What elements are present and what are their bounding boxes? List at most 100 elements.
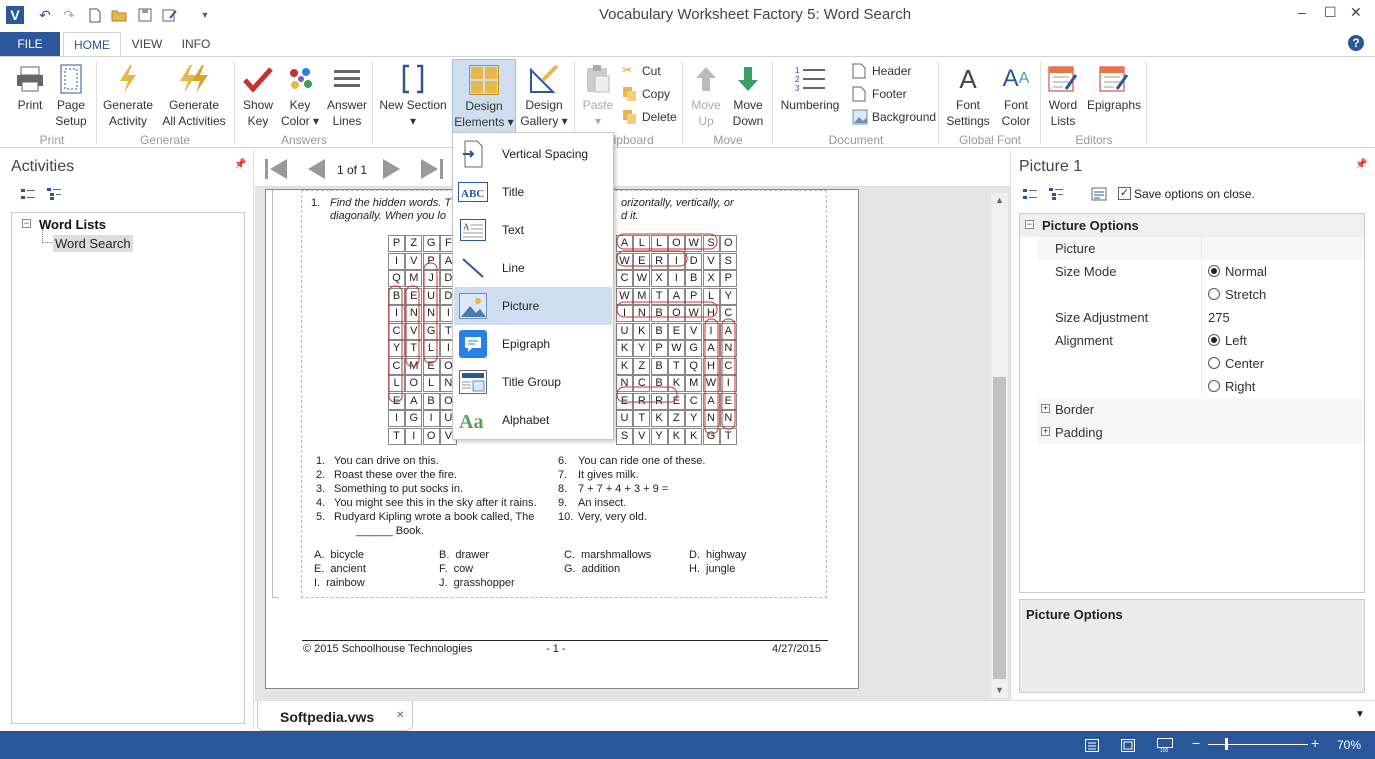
clue-number: 5. (316, 511, 326, 523)
word-lists-button[interactable]: Word Lists (1044, 59, 1082, 129)
header-button[interactable]: Header (852, 63, 911, 79)
show-key-button[interactable]: Show Key (240, 59, 276, 129)
answer-word: bicycle (330, 549, 365, 561)
tab-file[interactable]: FILE (0, 32, 60, 56)
font-settings-button[interactable]: A Font Settings (942, 59, 994, 129)
move-down-button[interactable]: Move Down (728, 59, 768, 129)
close-tab-icon[interactable]: ✕ (396, 710, 404, 721)
activities-panel: Activities 📌 − Word Lists Word Search (0, 149, 254, 729)
clue-number: 6. (558, 455, 568, 467)
pin-icon[interactable]: 📌 (234, 159, 246, 170)
clue-text: You might see this in the sky after it r… (334, 497, 537, 509)
menu-item-alphabet[interactable]: Aa Alphabet (454, 401, 612, 439)
move-up-button[interactable]: Move Up (686, 59, 726, 129)
paste-button[interactable]: Paste ▾ (578, 59, 618, 129)
collapse-toggle[interactable]: − (22, 219, 31, 228)
radio-right[interactable] (1208, 380, 1220, 392)
zoom-slider-track[interactable] (1208, 744, 1308, 745)
pin-icon[interactable]: 📌 (1355, 159, 1367, 170)
zoom-100-icon[interactable]: 100 (1157, 738, 1173, 756)
font-color-button[interactable]: AA Font Color (996, 59, 1036, 129)
design-elements-menu: Vertical Spacing ABC Title A Text Line Picture… (452, 132, 614, 440)
vertical-scrollbar[interactable]: ▲ ▼ (991, 193, 1008, 698)
tree-item-word-search[interactable]: Word Search (53, 235, 133, 252)
menu-item-text[interactable]: A Text (454, 211, 612, 249)
delete-button[interactable]: Delete (622, 109, 677, 125)
clue-row: ______ Book. (316, 525, 556, 539)
radio-left[interactable] (1208, 334, 1220, 346)
answer-word: highway (706, 549, 747, 561)
tab-view[interactable]: VIEW (124, 32, 170, 56)
tab-list-dropdown-icon[interactable]: ▼ (1355, 709, 1365, 720)
answer-option: D. highway (689, 549, 746, 561)
radio-stretch[interactable] (1208, 288, 1220, 300)
menu-item-label: Picture (502, 299, 540, 313)
menu-item-label: Line (502, 261, 525, 275)
collapse-toggle[interactable]: − (1025, 220, 1034, 229)
key-color-button[interactable]: Key Color ▾ (278, 59, 322, 129)
menu-item-epigraph[interactable]: Epigraph (454, 325, 612, 363)
radio-center[interactable] (1208, 357, 1220, 369)
answer-lines-button[interactable]: Answer Lines (324, 59, 370, 129)
expand-all-icon[interactable] (46, 187, 62, 204)
numbering-button[interactable]: 123 Numbering (776, 59, 844, 113)
radio-normal[interactable] (1208, 265, 1220, 277)
menu-item-vertical-spacing[interactable]: Vertical Spacing (454, 135, 612, 173)
copy-button[interactable]: Copy (622, 86, 670, 102)
ribbon-separator (682, 61, 683, 145)
clues-right: 6. You can ride one of these. 7. It gives m… (558, 455, 798, 525)
background-button[interactable]: Background (852, 109, 936, 125)
prev-page-icon[interactable] (305, 157, 327, 184)
clue-text: An insect. (578, 497, 627, 509)
design-elements-button[interactable]: Design Elements ▾ (452, 59, 516, 133)
zoom-out-icon[interactable]: − (1192, 735, 1200, 751)
tab-home[interactable]: HOME (63, 32, 121, 56)
print-layout-icon[interactable] (1085, 739, 1099, 755)
epigraphs-button[interactable]: Epigraphs (1086, 59, 1142, 113)
clue-row: 9. An insect. (558, 497, 798, 511)
zoom-slider-thumb[interactable] (1225, 738, 1228, 750)
web-layout-icon[interactable] (1121, 739, 1135, 755)
categorized-icon[interactable] (1022, 187, 1038, 204)
print-button[interactable]: Print (10, 59, 50, 113)
cut-button[interactable]: ✂ Cut (622, 63, 661, 79)
prop-border-label: Border (1055, 402, 1095, 417)
expand-toggle[interactable]: + (1041, 404, 1050, 413)
menu-item-picture[interactable]: Picture (454, 287, 612, 325)
close-button[interactable]: ✕ (1350, 4, 1362, 21)
menu-item-line[interactable]: Line (454, 249, 612, 287)
tab-info[interactable]: INFO (172, 32, 220, 56)
first-page-icon[interactable] (263, 157, 289, 184)
save-options-checkbox[interactable]: ✓ (1118, 187, 1131, 200)
answer-option: B. drawer (439, 549, 489, 561)
collapse-all-icon[interactable] (20, 187, 36, 204)
expand-toggle[interactable]: + (1041, 427, 1050, 436)
alphabetical-icon[interactable] (1048, 187, 1064, 204)
menu-item-title[interactable]: ABC Title (454, 173, 612, 211)
new-section-button[interactable]: New Section ▾ (378, 59, 448, 129)
properties-panel: Picture 1 📌 ✓ Save options on close. − P… (1010, 149, 1375, 729)
generate-all-button[interactable]: Generate All Activities (158, 59, 230, 129)
size-adjustment-value[interactable]: 275 (1208, 310, 1230, 325)
maximize-button[interactable]: ☐ (1324, 4, 1337, 21)
scroll-down-icon[interactable]: ▼ (995, 685, 1004, 695)
help-icon[interactable]: ? (1348, 35, 1364, 51)
text-icon: A (458, 215, 488, 245)
menu-item-title-group[interactable]: Title Group (454, 363, 612, 401)
minimize-button[interactable]: – (1298, 4, 1306, 20)
arrow-up-icon (690, 63, 722, 95)
scroll-up-icon[interactable]: ▲ (995, 195, 1004, 205)
answer-letter: I. (314, 577, 321, 589)
generate-activity-button[interactable]: Generate Activity (100, 59, 156, 129)
footer-button[interactable]: Footer (852, 86, 907, 102)
design-gallery-button[interactable]: Design Gallery ▾ (518, 59, 570, 129)
scroll-thumb[interactable] (993, 377, 1006, 679)
property-help-box: Picture Options (1019, 599, 1365, 693)
zoom-in-icon[interactable]: + (1311, 735, 1319, 751)
next-page-icon[interactable] (381, 157, 403, 184)
instruction-number: 1. (311, 197, 321, 209)
page-setup-button[interactable]: Page Setup (52, 59, 90, 129)
property-pages-icon[interactable] (1091, 187, 1107, 204)
doc-tab-softpedia[interactable]: Softpedia.vws ✕ (257, 701, 413, 731)
last-page-icon[interactable] (419, 157, 445, 184)
